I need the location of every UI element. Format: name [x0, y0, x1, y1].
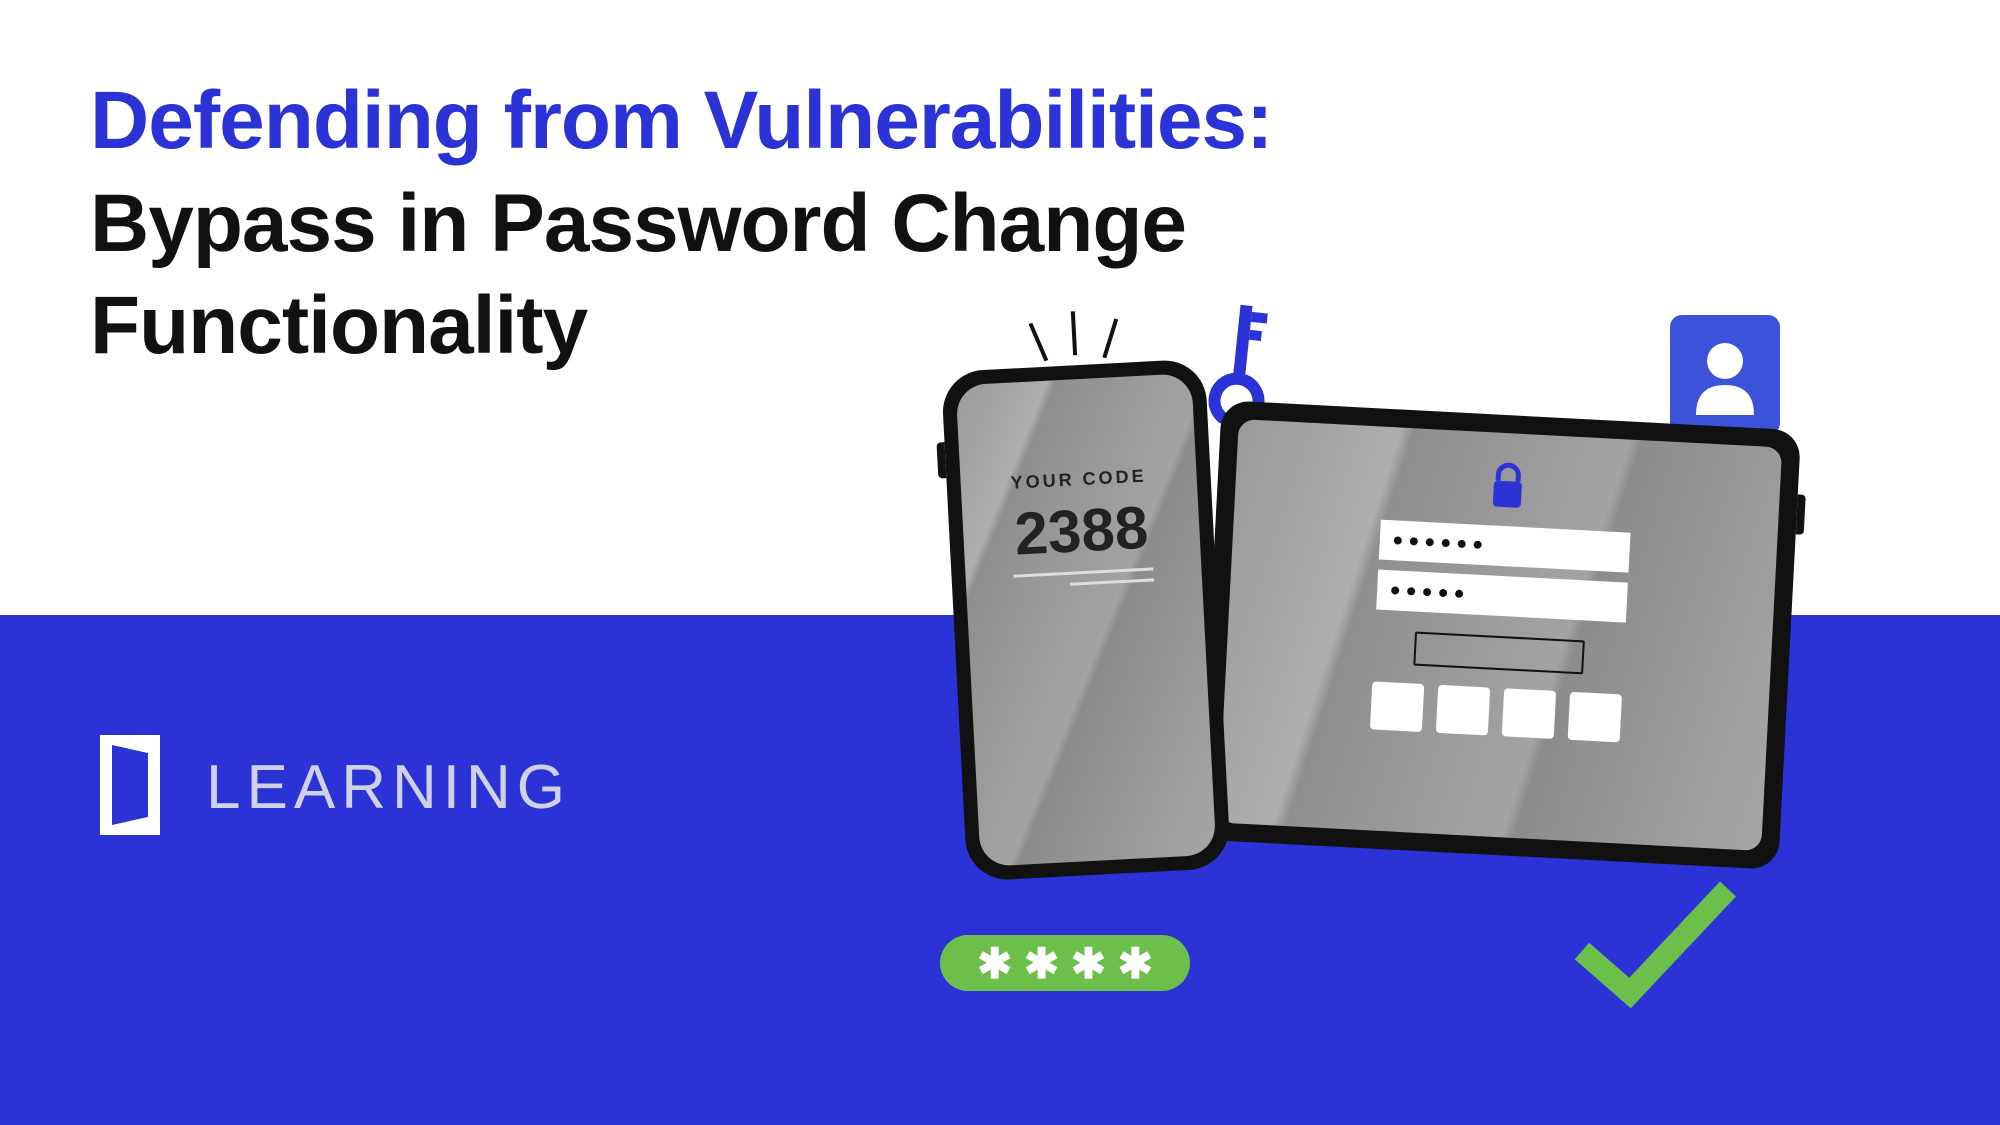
brand-block: LEARNING	[90, 735, 571, 840]
title-line-1: Defending from Vulnerabilities:	[90, 70, 1690, 173]
asterisk-pill: ✱ ✱ ✱ ✱	[940, 935, 1190, 991]
user-avatar-icon	[1670, 315, 1780, 435]
code-squares	[1370, 681, 1622, 742]
submit-button-outline	[1413, 632, 1585, 675]
checkmark-icon	[1570, 875, 1740, 1020]
password-field-2	[1376, 570, 1628, 623]
password-field-1	[1379, 520, 1631, 573]
illustration-group: YOUR CODE 2388 ✱ ✱ ✱ ✱	[740, 315, 1940, 1065]
vibration-lines-icon	[1028, 309, 1121, 368]
phone-device: YOUR CODE 2388	[941, 358, 1231, 881]
brand-text: LEARNING	[206, 752, 571, 823]
phone-code-label: YOUR CODE	[1010, 466, 1147, 494]
phone-code-value: 2388	[1013, 493, 1150, 569]
title-line-2: Bypass in Password Change	[90, 173, 1690, 276]
door-lock-icon	[90, 735, 170, 840]
phone-underline	[1014, 567, 1155, 598]
tablet-device	[1199, 400, 1801, 870]
lock-icon	[1486, 460, 1529, 517]
pill-stars: ✱ ✱ ✱ ✱	[977, 939, 1153, 988]
